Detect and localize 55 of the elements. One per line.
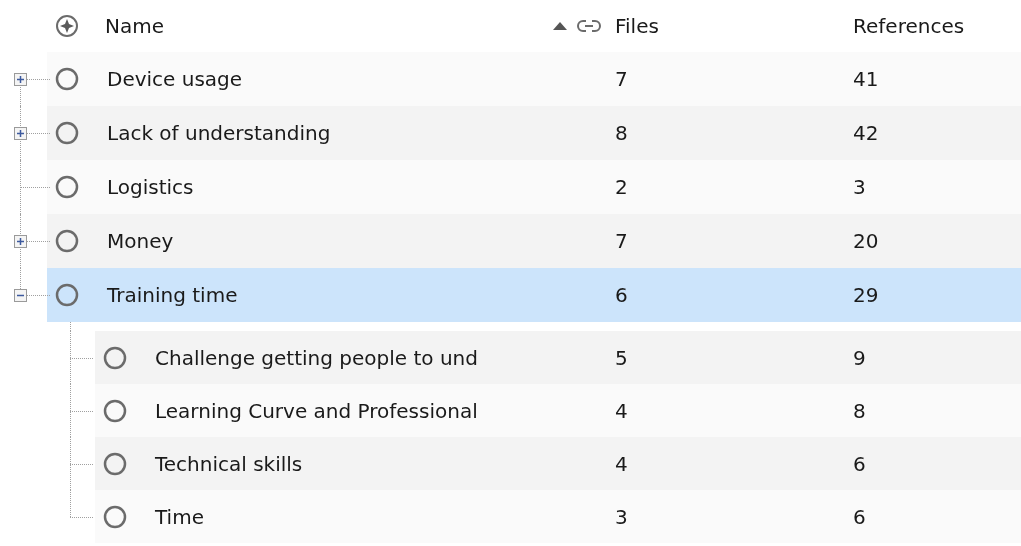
tree-row[interactable]: Training time 6 29 <box>47 268 1021 322</box>
column-header[interactable]: Files <box>615 11 853 41</box>
column-header[interactable]: References <box>853 11 965 41</box>
column-header[interactable]: Name <box>105 11 553 41</box>
files-count: 4 <box>615 450 629 478</box>
node-name: Money <box>107 228 174 255</box>
files-count: 4 <box>615 397 629 425</box>
expand-button[interactable] <box>14 235 27 248</box>
node-name: Technical skills <box>155 450 303 478</box>
tree-row[interactable]: Device usage 7 41 <box>47 52 1021 106</box>
circle-icon <box>55 229 79 253</box>
files-count: 7 <box>615 66 629 93</box>
sort-up-icon <box>553 22 567 30</box>
expand-button[interactable] <box>14 127 27 140</box>
circle-icon <box>103 451 127 476</box>
files-count: 6 <box>615 282 629 309</box>
tree-row[interactable]: Money 7 20 <box>47 214 1021 268</box>
references-count: 41 <box>853 66 879 93</box>
references-count: 8 <box>853 397 866 425</box>
link-icon[interactable] <box>577 19 601 33</box>
node-name: Time <box>155 503 204 531</box>
references-count: 3 <box>853 174 866 201</box>
add-circle-icon[interactable] <box>55 14 79 38</box>
collapse-button[interactable] <box>14 289 27 302</box>
tree-row[interactable]: Logistics 2 3 <box>47 160 1021 214</box>
tree-row[interactable]: Learning Curve and Professional 4 8 <box>95 384 1021 437</box>
files-count: 3 <box>615 503 629 531</box>
references-count: 20 <box>853 228 879 255</box>
tree-row[interactable]: Challenge getting people to und 5 9 <box>95 331 1021 384</box>
tree-row[interactable]: Lack of understanding 8 42 <box>47 106 1021 160</box>
circle-icon <box>103 398 127 423</box>
circle-icon <box>55 121 79 145</box>
references-count: 29 <box>853 282 879 309</box>
node-name: Training time <box>107 282 238 309</box>
node-name: Lack of understanding <box>107 120 331 147</box>
circle-icon <box>103 504 127 529</box>
tree-row[interactable]: Time 3 6 <box>95 490 1021 543</box>
files-count: 7 <box>615 228 629 255</box>
tree-row[interactable]: Technical skills 4 6 <box>95 437 1021 490</box>
circle-icon <box>103 345 127 370</box>
files-count: 8 <box>615 120 629 147</box>
circle-icon <box>55 283 79 307</box>
expand-button[interactable] <box>14 73 27 86</box>
references-count: 9 <box>853 344 866 372</box>
files-count: 2 <box>615 174 629 201</box>
circle-icon <box>55 175 79 199</box>
circle-icon <box>55 67 79 91</box>
node-name: Challenge getting people to und <box>155 344 478 372</box>
references-count: 42 <box>853 120 879 147</box>
files-count: 5 <box>615 344 629 372</box>
node-name: Learning Curve and Professional <box>155 397 478 425</box>
references-count: 6 <box>853 450 866 478</box>
node-name: Device usage <box>107 66 243 93</box>
node-name: Logistics <box>107 174 194 201</box>
references-count: 6 <box>853 503 866 531</box>
